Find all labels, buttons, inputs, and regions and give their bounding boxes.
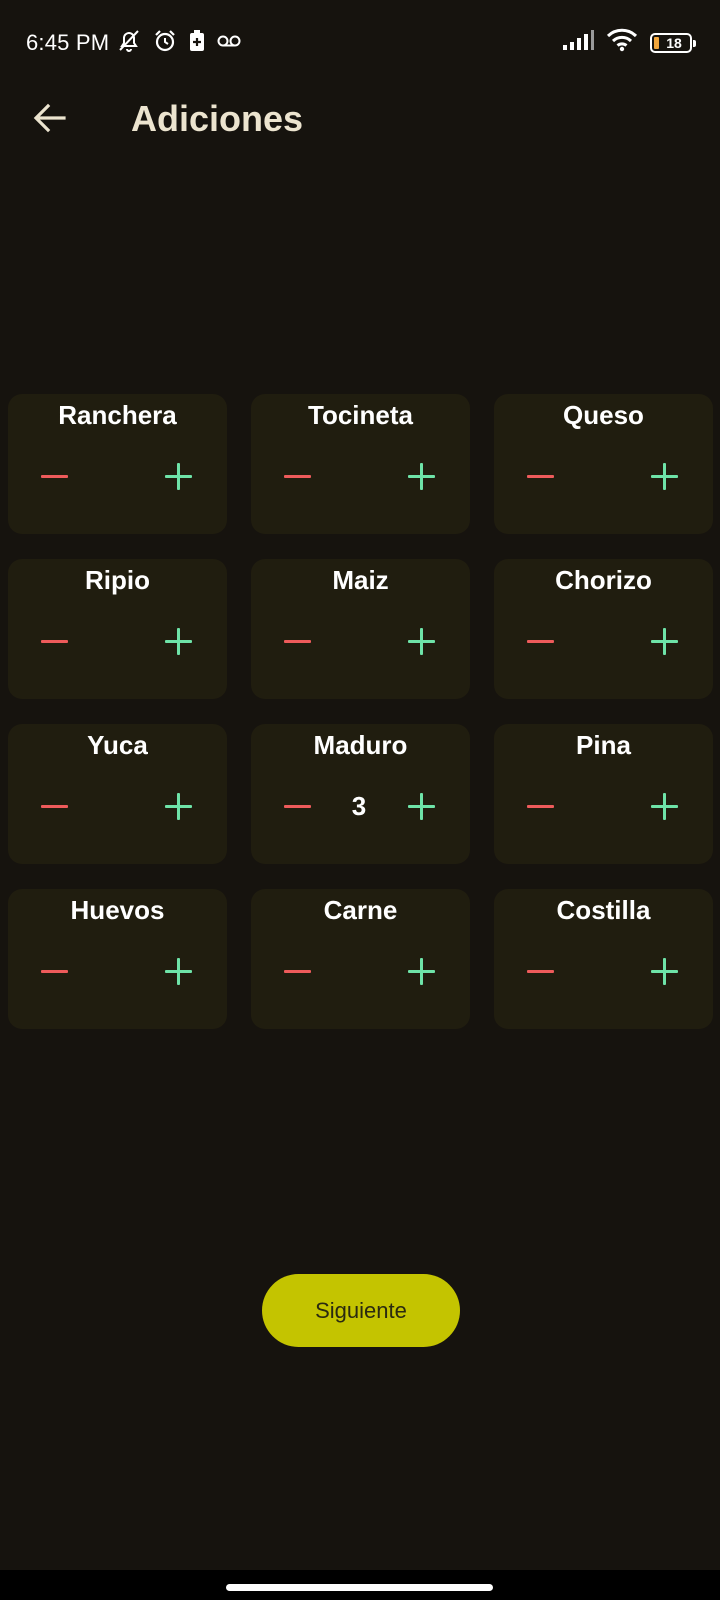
battery-level: 18: [666, 34, 682, 51]
addition-card: Queso: [494, 394, 713, 534]
addition-card: Carne: [251, 889, 470, 1029]
status-right-icons: 18: [562, 28, 696, 57]
increment-button[interactable]: [401, 456, 441, 496]
addition-name: Maiz: [332, 565, 389, 595]
addition-name: Ripio: [85, 565, 150, 595]
addition-card: Ranchera: [8, 394, 227, 534]
minus-icon: [526, 474, 554, 478]
plus-icon: [407, 957, 435, 985]
minus-icon: [526, 969, 554, 973]
voicemail-icon: [216, 31, 242, 56]
addition-name: Huevos: [70, 895, 165, 925]
increment-button[interactable]: [401, 951, 441, 991]
decrement-button[interactable]: [520, 786, 560, 826]
decrement-button[interactable]: [34, 951, 74, 991]
addition-card: Ripio: [8, 559, 227, 699]
increment-button[interactable]: [158, 786, 198, 826]
decrement-button[interactable]: [520, 621, 560, 661]
plus-icon: [407, 462, 435, 490]
status-time: 6:45 PM: [26, 30, 110, 55]
addition-card: Pina: [494, 724, 713, 864]
addition-card: Huevos: [8, 889, 227, 1029]
increment-button[interactable]: [158, 456, 198, 496]
back-button[interactable]: [28, 98, 72, 142]
increment-button[interactable]: [644, 786, 684, 826]
status-bar: 6:45 PM 18: [0, 0, 720, 86]
addition-name: Chorizo: [555, 565, 652, 595]
increment-button[interactable]: [644, 951, 684, 991]
plus-icon: [407, 627, 435, 655]
minus-icon: [526, 804, 554, 808]
bell-off-icon: [116, 28, 142, 59]
app-bar: Adiciones: [0, 86, 720, 150]
increment-button[interactable]: [158, 951, 198, 991]
decrement-button[interactable]: [277, 786, 317, 826]
addition-card: Maduro 3: [251, 724, 470, 864]
minus-icon: [283, 474, 311, 478]
minus-icon: [526, 639, 554, 643]
minus-icon: [283, 969, 311, 973]
navigation-bar: [0, 1570, 720, 1600]
increment-button[interactable]: [401, 621, 441, 661]
additions-grid: Ranchera Tocineta Queso Ripio Maiz Chorizo Yuc…: [8, 394, 714, 1029]
increment-button[interactable]: [644, 621, 684, 661]
minus-icon: [40, 804, 68, 808]
plus-icon: [164, 792, 192, 820]
addition-card: Costilla: [494, 889, 713, 1029]
addition-name: Yuca: [87, 730, 148, 760]
minus-icon: [283, 639, 311, 643]
addition-name: Queso: [563, 400, 644, 430]
plus-icon: [650, 462, 678, 490]
decrement-button[interactable]: [520, 456, 560, 496]
decrement-button[interactable]: [520, 951, 560, 991]
plus-icon: [407, 792, 435, 820]
battery-fill: [654, 36, 659, 49]
decrement-button[interactable]: [34, 786, 74, 826]
minus-icon: [283, 804, 311, 808]
addition-name: Tocineta: [308, 400, 413, 430]
decrement-button[interactable]: [34, 621, 74, 661]
addition-name: Costilla: [556, 895, 651, 925]
increment-button[interactable]: [158, 621, 198, 661]
page-title: Adiciones: [131, 98, 304, 139]
minus-icon: [40, 969, 68, 973]
addition-name: Ranchera: [58, 400, 177, 430]
plus-icon: [164, 627, 192, 655]
plus-icon: [164, 957, 192, 985]
battery-icon: 18: [650, 32, 696, 53]
alarm-clock-icon: [152, 28, 178, 59]
plus-icon: [650, 792, 678, 820]
addition-name: Maduro: [313, 730, 408, 760]
wifi-icon: [606, 28, 638, 57]
minus-icon: [40, 474, 68, 478]
decrement-button[interactable]: [34, 456, 74, 496]
decrement-button[interactable]: [277, 621, 317, 661]
increment-button[interactable]: [644, 456, 684, 496]
signal-icon: [562, 29, 594, 56]
addition-card: Chorizo: [494, 559, 713, 699]
plus-icon: [650, 627, 678, 655]
next-button[interactable]: Siguiente: [262, 1274, 460, 1347]
addition-card: Tocineta: [251, 394, 470, 534]
addition-card: Maiz: [251, 559, 470, 699]
battery-saver-icon: [188, 29, 206, 58]
minus-icon: [40, 639, 68, 643]
decrement-button[interactable]: [277, 951, 317, 991]
addition-name: Pina: [576, 730, 631, 760]
plus-icon: [164, 462, 192, 490]
arrow-left-icon: [33, 103, 67, 138]
status-left-icons: [116, 28, 242, 59]
plus-icon: [650, 957, 678, 985]
addition-card: Yuca: [8, 724, 227, 864]
addition-name: Carne: [323, 895, 398, 925]
quantity-value: 3: [351, 791, 367, 821]
decrement-button[interactable]: [277, 456, 317, 496]
home-indicator[interactable]: [226, 1584, 493, 1591]
increment-button[interactable]: [401, 786, 441, 826]
